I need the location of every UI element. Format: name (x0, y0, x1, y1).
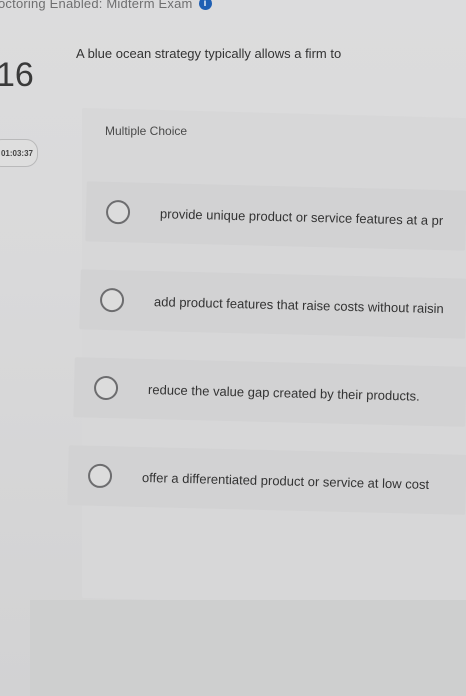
banner-text: octoring Enabled: Midterm Exam (0, 0, 193, 11)
radio-button[interactable] (105, 199, 131, 225)
answer-choice-text: add product features that raise costs wi… (153, 293, 444, 316)
timer-badge: 01:03:37 (0, 139, 38, 167)
answer-choice-text: provide unique product or service featur… (159, 205, 444, 228)
question-number: 16 (0, 56, 34, 94)
info-icon[interactable]: i (198, 0, 212, 10)
proctoring-banner: octoring Enabled: Midterm Exam i (0, 0, 212, 12)
content-footer-area (30, 600, 466, 696)
radio-button[interactable] (99, 287, 125, 313)
answer-choice-text: reduce the value gap created by their pr… (147, 381, 420, 404)
radio-button[interactable] (87, 463, 113, 489)
radio-button[interactable] (93, 375, 119, 401)
answer-choice-text: offer a differentiated product or servic… (141, 469, 430, 492)
answer-choice[interactable]: reduce the value gap created by their pr… (73, 357, 466, 427)
answer-choice[interactable]: provide unique product or service featur… (85, 181, 466, 251)
answer-choice[interactable]: add product features that raise costs wi… (79, 269, 466, 339)
question-type-label: Multiple Choice (105, 124, 188, 138)
answer-choice[interactable]: offer a differentiated product or servic… (67, 445, 466, 515)
question-prompt: A blue ocean strategy typically allows a… (76, 46, 342, 61)
